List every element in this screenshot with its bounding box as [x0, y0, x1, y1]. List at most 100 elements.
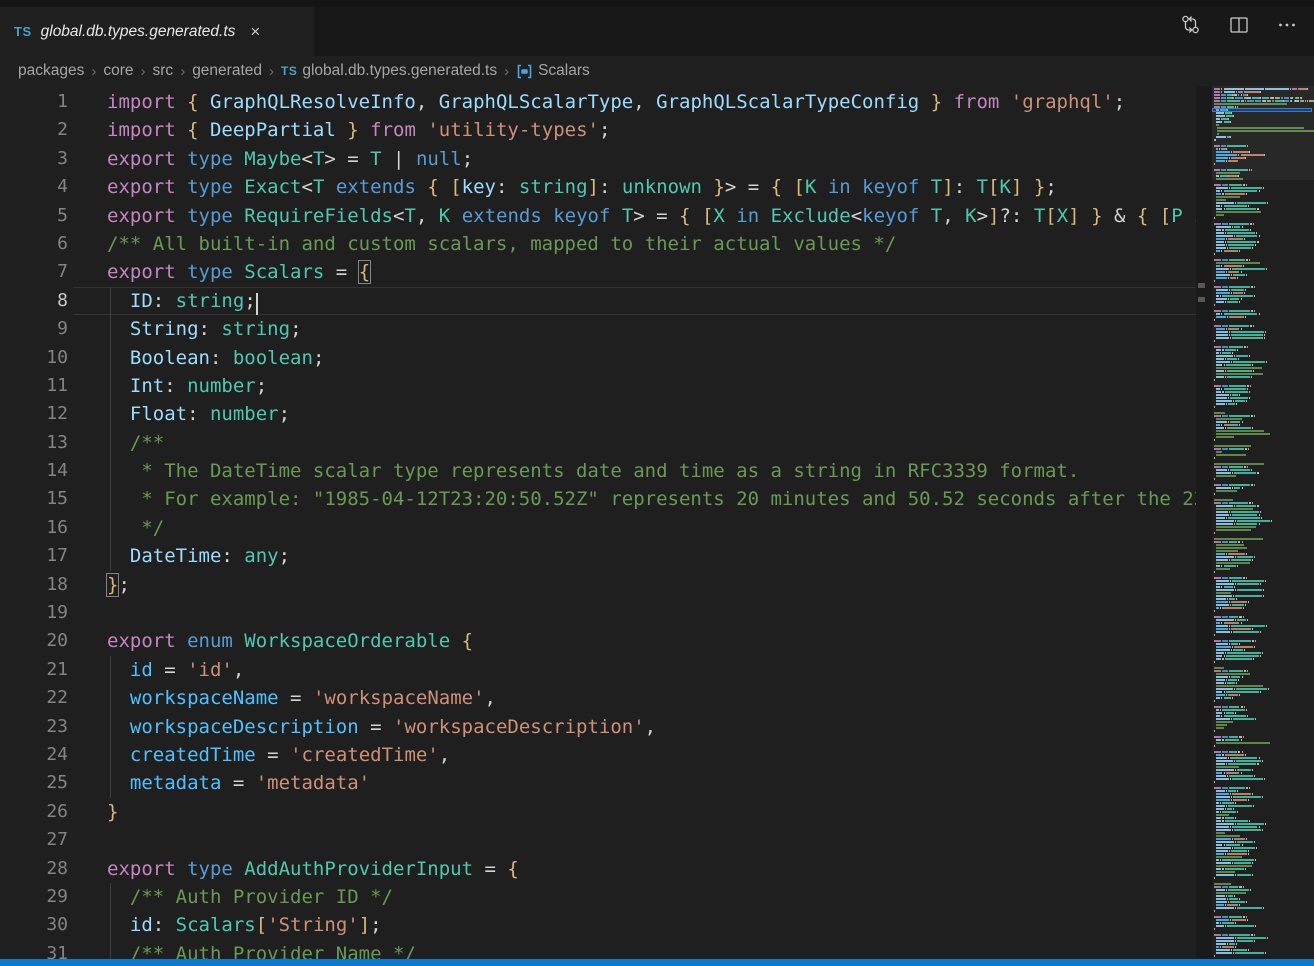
close-icon[interactable]: ×	[250, 23, 260, 40]
minimap-line	[1226, 712, 1234, 714]
breadcrumb-item-generated[interactable]: generated	[192, 62, 262, 80]
code-line-20[interactable]: 20export enum WorkspaceOrderable {	[0, 627, 1196, 655]
code-line-7[interactable]: 7export type Scalars = {	[0, 258, 1196, 286]
minimap-line	[1216, 679, 1224, 681]
minimap-line	[1262, 652, 1263, 654]
minimap-line	[1226, 790, 1227, 792]
overview-ruler[interactable]	[1196, 86, 1212, 959]
breadcrumb-separator: ›	[269, 63, 274, 80]
code-line-10[interactable]: 10 Boolean: boolean;	[0, 344, 1196, 372]
minimap-line	[1220, 859, 1221, 861]
minimap-line	[1243, 607, 1244, 609]
code-line-25[interactable]: 25 metadata = 'metadata'	[0, 769, 1196, 797]
code-line-31[interactable]: 31 /** Auth Provider Name */	[0, 940, 1196, 959]
code-line-14[interactable]: 14 * The DateTime scalar type represents…	[0, 457, 1196, 485]
minimap-line	[1225, 754, 1244, 756]
minimap-line	[1216, 178, 1243, 180]
minimap-line	[1232, 826, 1257, 828]
code-line-30[interactable]: 30 id: Scalars['String'];	[0, 911, 1196, 939]
minimap-line	[1237, 823, 1264, 825]
more-actions-icon[interactable]	[1276, 14, 1298, 36]
minimap-line	[1224, 250, 1239, 252]
code-line-8[interactable]: 8 ID: string;	[0, 287, 1196, 315]
code-line-5[interactable]: 5export type RequireFields<T, K extends …	[0, 202, 1196, 230]
minimap[interactable]	[1212, 86, 1314, 959]
code-line-26[interactable]: 26}	[0, 798, 1196, 826]
code-line-23[interactable]: 23 workspaceDescription = 'workspaceDesc…	[0, 713, 1196, 741]
minimap-line	[1216, 370, 1223, 372]
minimap-line	[1216, 271, 1224, 273]
minimap-line	[1230, 277, 1236, 279]
code-line-15[interactable]: 15 * For example: "1985-04-12T23:20:50.5…	[0, 485, 1196, 513]
minimap-line	[1243, 265, 1244, 267]
code-line-19[interactable]: 19	[0, 599, 1196, 627]
minimap-line	[1216, 295, 1219, 297]
code-line-18[interactable]: 18};	[0, 571, 1196, 599]
tab-global-db-types-generated[interactable]: TS global.db.types.generated.ts ×	[0, 7, 314, 56]
minimap-line	[1235, 946, 1236, 948]
split-editor-icon[interactable]	[1228, 14, 1250, 36]
minimap-line	[1222, 739, 1223, 741]
minimap-line	[1235, 769, 1236, 771]
code-line-17[interactable]: 17 DateTime: any;	[0, 542, 1196, 570]
minimap-line	[1228, 298, 1229, 300]
minimap-line	[1229, 502, 1248, 504]
minimap-line	[1221, 697, 1222, 699]
open-changes-icon[interactable]	[1179, 13, 1202, 36]
minimap-line	[1244, 238, 1245, 240]
code-line-11[interactable]: 11 Int: number;	[0, 372, 1196, 400]
breadcrumb-label: global.db.types.generated.ts	[302, 62, 497, 80]
line-number: 30	[0, 911, 68, 939]
code-line-28[interactable]: 28export type AddAuthProviderInput = {	[0, 855, 1196, 883]
minimap-line	[1226, 844, 1241, 846]
breadcrumb-item-src[interactable]: src	[153, 62, 174, 80]
code-line-6[interactable]: 6/** All built-in and custom scalars, ma…	[0, 230, 1196, 258]
minimap-line	[1216, 313, 1220, 315]
minimap-line	[1260, 511, 1261, 513]
minimap-line	[1307, 88, 1308, 90]
breadcrumb-item-global-db-types-generated-ts[interactable]: TSglobal.db.types.generated.ts	[281, 62, 497, 80]
code-line-13[interactable]: 13 /**	[0, 429, 1196, 457]
minimap-line	[1216, 811, 1219, 813]
line-content	[73, 826, 1196, 854]
breadcrumb-item-core[interactable]: core	[103, 62, 133, 80]
code-line-29[interactable]: 29 /** Auth Provider ID */	[0, 883, 1196, 911]
code-line-4[interactable]: 4export type Exact<T extends { [key: str…	[0, 173, 1196, 201]
minimap-line	[1231, 643, 1238, 645]
minimap-line	[1216, 823, 1234, 825]
code-line-3[interactable]: 3export type Maybe<T> = T | null;	[0, 145, 1196, 173]
minimap-line	[1237, 349, 1238, 351]
minimap-line	[1249, 169, 1250, 171]
code-editor[interactable]: 1import { GraphQLResolveInfo, GraphQLSca…	[0, 86, 1196, 959]
code-line-22[interactable]: 22 workspaceName = 'workspaceName',	[0, 684, 1196, 712]
minimap-line	[1215, 139, 1216, 141]
minimap-line	[1216, 856, 1241, 858]
minimap-line	[1231, 361, 1232, 363]
line-number: 15	[0, 485, 68, 513]
code-line-27[interactable]: 27	[0, 826, 1196, 854]
minimap-line	[1216, 853, 1223, 855]
minimap-line	[1227, 898, 1228, 900]
minimap-line	[1239, 616, 1241, 618]
minimap-line	[1233, 952, 1234, 954]
line-number: 25	[0, 769, 68, 797]
minimap-line	[1241, 772, 1242, 774]
minimap-line	[1214, 706, 1221, 708]
breadcrumb-item-packages[interactable]: packages	[18, 62, 84, 80]
minimap-line	[1222, 184, 1227, 186]
breadcrumb-item-scalars[interactable]: Scalars	[516, 62, 590, 80]
minimap-line	[1257, 208, 1258, 210]
line-content: Float: number;	[73, 400, 1196, 428]
code-line-16[interactable]: 16 */	[0, 514, 1196, 542]
minimap-line	[1214, 223, 1221, 225]
minimap-line	[1226, 328, 1227, 330]
code-line-24[interactable]: 24 createdTime = 'createdTime',	[0, 741, 1196, 769]
code-line-2[interactable]: 2import { DeepPartial } from 'utility-ty…	[0, 116, 1196, 144]
code-line-9[interactable]: 9 String: string;	[0, 315, 1196, 343]
minimap-line	[1222, 295, 1253, 297]
minimap-line	[1216, 514, 1229, 516]
code-line-12[interactable]: 12 Float: number;	[0, 400, 1196, 428]
minimap-line	[1222, 193, 1223, 195]
code-line-1[interactable]: 1import { GraphQLResolveInfo, GraphQLSca…	[0, 88, 1196, 116]
code-line-21[interactable]: 21 id = 'id',	[0, 656, 1196, 684]
